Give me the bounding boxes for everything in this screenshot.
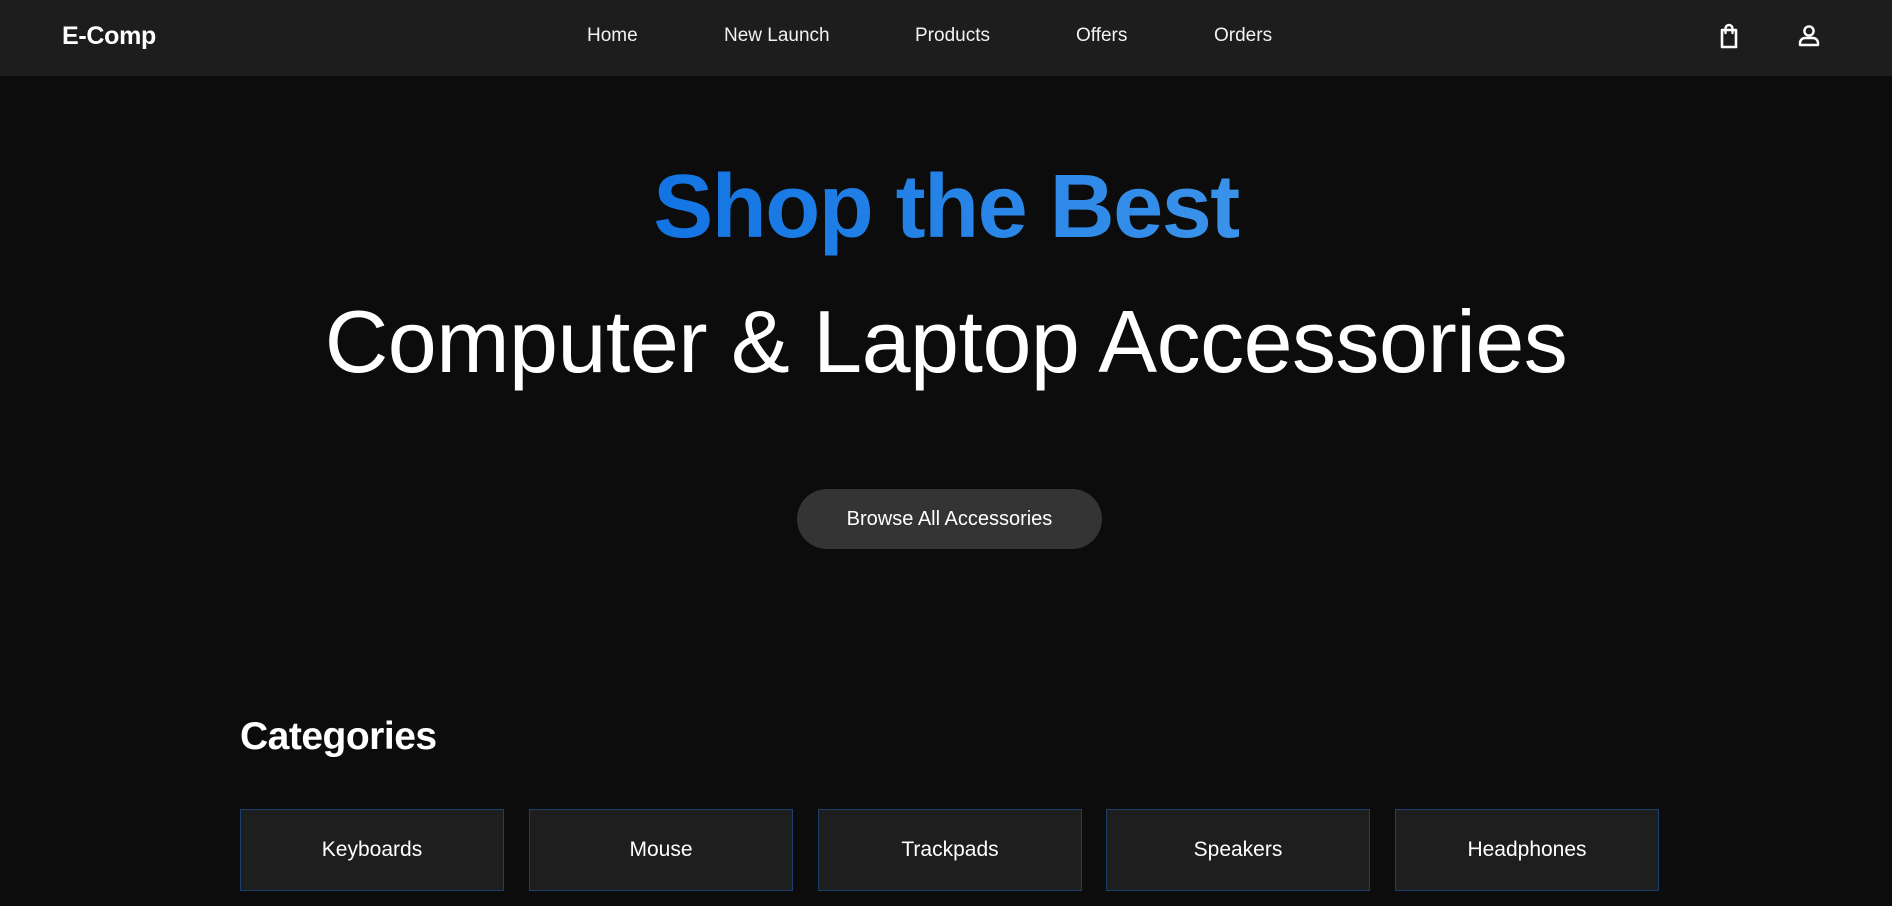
- nav-link-orders[interactable]: Orders: [1214, 25, 1272, 47]
- browse-all-accessories-button[interactable]: Browse All Accessories: [797, 489, 1102, 549]
- shopping-bag-icon[interactable]: [1715, 22, 1743, 50]
- nav-link-products[interactable]: Products: [915, 25, 990, 47]
- category-card-trackpads[interactable]: Trackpads: [818, 809, 1082, 891]
- hero-subheadline: Computer & Laptop Accessories: [324, 292, 1568, 391]
- user-icon[interactable]: [1795, 22, 1823, 50]
- category-card-mouse[interactable]: Mouse: [529, 809, 793, 891]
- navbar: E-Comp Home New Launch Products Offers O…: [0, 0, 1892, 76]
- hero-headline-text: Shop the Best: [653, 157, 1240, 257]
- categories-list: Keyboards Mouse Trackpads Speakers Headp…: [240, 809, 1660, 891]
- category-card-speakers[interactable]: Speakers: [1106, 809, 1370, 891]
- categories-title: Categories: [240, 715, 437, 758]
- hero-headline: Shop the Best: [0, 155, 1892, 259]
- nav-link-offers[interactable]: Offers: [1076, 25, 1127, 47]
- brand-logo[interactable]: E-Comp: [62, 22, 156, 51]
- category-card-keyboards[interactable]: Keyboards: [240, 809, 504, 891]
- nav-link-new-launch[interactable]: New Launch: [724, 25, 830, 47]
- category-card-headphones[interactable]: Headphones: [1395, 809, 1659, 891]
- nav-link-home[interactable]: Home: [587, 25, 638, 47]
